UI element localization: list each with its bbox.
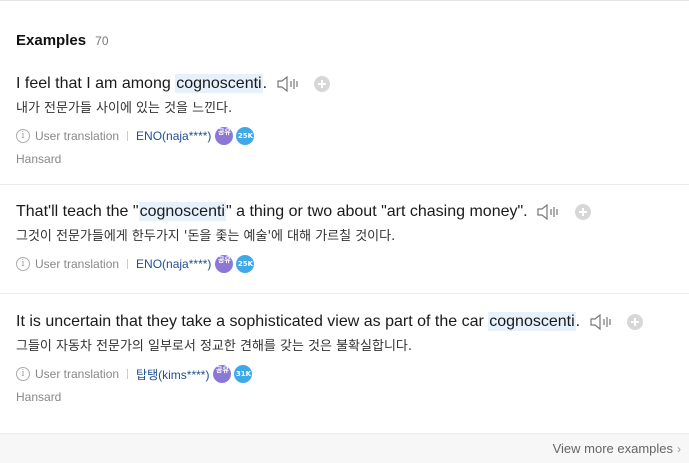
translation-meta: i User translation ENO(naja****) 공유 25K <box>16 126 255 146</box>
meta-divider <box>127 131 129 141</box>
example-translation: 내가 전문가들 사이에 있는 것을 느낀다. <box>16 101 233 116</box>
footer-bar: View more examples › <box>0 433 689 463</box>
meta-divider <box>127 259 129 269</box>
speaker-icon[interactable] <box>589 313 615 331</box>
highlighted-word: cognoscenti <box>488 312 576 332</box>
example-source: Hansard <box>16 390 62 404</box>
sentence-text: . <box>262 75 268 93</box>
level-badge: 공유 <box>213 365 232 383</box>
meta-divider <box>127 369 129 379</box>
example-sentence: I feel that I am among cognoscenti. <box>16 73 330 95</box>
example-translation: 그들이 자동차 전문가의 일부로서 정교한 견해를 갖는 것은 불확실합니다. <box>16 339 412 354</box>
view-more-label: View more examples <box>552 441 673 456</box>
sentence-text: " a thing or two about "art chasing mone… <box>225 203 528 221</box>
section-title: Examples <box>16 32 87 49</box>
highlighted-word: cognoscenti <box>175 74 263 94</box>
sentence-text: I feel that I am among <box>16 75 176 93</box>
count-badge: 31K <box>234 365 253 383</box>
sentence-tools <box>589 311 643 333</box>
translation-meta: i User translation 탑탱(kims****) 공유 31K <box>16 364 253 384</box>
top-border <box>0 0 689 1</box>
speaker-icon[interactable] <box>536 203 562 221</box>
example-translation: 그것이 전문가들에게 한두가지 '돈을 좇는 예술'에 대해 가르칠 것이다. <box>16 229 396 244</box>
example-sentence: That'll teach the "cognoscenti" a thing … <box>16 201 591 223</box>
user-link[interactable]: ENO(naja****) <box>136 257 211 271</box>
meta-label: User translation <box>35 257 120 271</box>
example-sentence: It is uncertain that they take a sophist… <box>16 311 643 333</box>
divider <box>0 293 689 294</box>
level-badge: 공유 <box>215 255 234 273</box>
divider <box>0 184 689 185</box>
highlighted-word: cognoscenti <box>138 202 226 222</box>
sentence-tools <box>536 201 591 223</box>
count-badge: 25K <box>236 127 255 145</box>
sentence-text: . <box>575 313 581 331</box>
translation-meta: i User translation ENO(naja****) 공유 25K <box>16 254 255 274</box>
info-icon[interactable]: i <box>16 367 30 381</box>
section-header: Examples 70 <box>16 30 109 49</box>
meta-label: User translation <box>35 367 120 381</box>
info-icon[interactable]: i <box>16 257 30 271</box>
examples-panel: Examples 70 I feel that I am among cogno… <box>0 0 689 463</box>
example-source: Hansard <box>16 152 62 166</box>
sentence-text: That'll teach the " <box>16 203 139 221</box>
view-more-link[interactable]: View more examples › <box>553 441 681 456</box>
speaker-icon[interactable] <box>276 75 302 93</box>
user-link[interactable]: ENO(naja****) <box>136 129 211 143</box>
add-icon[interactable] <box>313 75 330 92</box>
add-icon[interactable] <box>574 203 591 220</box>
chevron-right-icon: › <box>677 442 681 456</box>
sentence-tools <box>276 73 330 95</box>
info-icon[interactable]: i <box>16 129 30 143</box>
add-icon[interactable] <box>627 313 643 330</box>
level-badge: 공유 <box>215 127 234 145</box>
user-link[interactable]: 탑탱(kims****) <box>136 366 209 383</box>
count-badge: 25K <box>236 255 255 273</box>
sentence-text: It is uncertain that they take a sophist… <box>16 313 489 331</box>
section-count: 70 <box>95 34 109 48</box>
meta-label: User translation <box>35 129 120 143</box>
